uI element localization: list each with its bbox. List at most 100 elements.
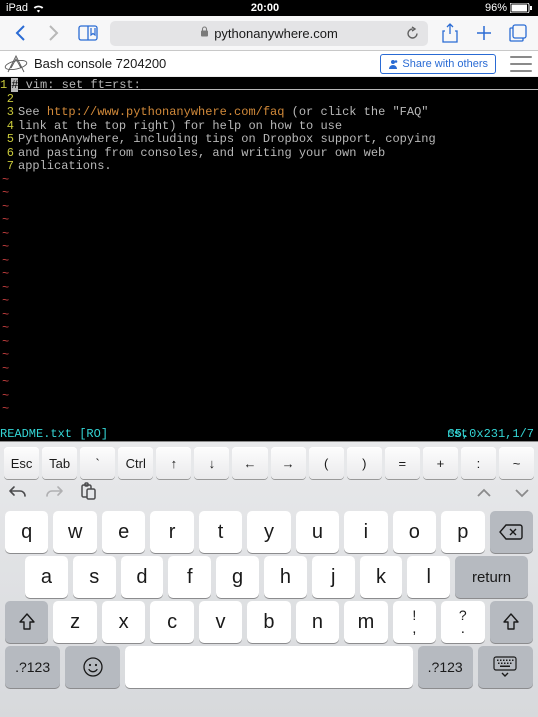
empty-line-tilde: ~ bbox=[0, 174, 538, 188]
key-sym[interactable]: ↑ bbox=[156, 447, 191, 479]
key-o[interactable]: o bbox=[393, 511, 436, 553]
lock-icon bbox=[200, 26, 209, 40]
key-v[interactable]: v bbox=[199, 601, 242, 643]
key-sym[interactable]: ` bbox=[80, 447, 115, 479]
wifi-icon bbox=[32, 3, 45, 13]
undo-icon[interactable] bbox=[8, 484, 28, 503]
empty-line-tilde: ~ bbox=[0, 282, 538, 296]
key-n[interactable]: n bbox=[296, 601, 339, 643]
key-l[interactable]: l bbox=[407, 556, 450, 598]
key-u[interactable]: u bbox=[296, 511, 339, 553]
key-x[interactable]: x bbox=[102, 601, 145, 643]
empty-line-tilde: ~ bbox=[0, 322, 538, 336]
reload-button[interactable] bbox=[405, 26, 420, 41]
return-key[interactable]: return bbox=[455, 556, 528, 598]
key-r[interactable]: r bbox=[150, 511, 193, 553]
numbers-key[interactable]: .?123 bbox=[5, 646, 60, 688]
key-sym[interactable]: ↓ bbox=[194, 447, 229, 479]
empty-line-tilde: ~ bbox=[0, 363, 538, 377]
space-key[interactable] bbox=[125, 646, 412, 688]
paste-icon[interactable] bbox=[80, 482, 96, 505]
key-y[interactable]: y bbox=[247, 511, 290, 553]
key-p[interactable]: p bbox=[441, 511, 484, 553]
empty-line-tilde: ~ bbox=[0, 268, 538, 282]
key-punct[interactable]: !, bbox=[393, 601, 436, 643]
clock: 20:00 bbox=[45, 2, 485, 14]
dismiss-keyboard-key[interactable] bbox=[478, 646, 533, 688]
key-sym[interactable]: : bbox=[461, 447, 496, 479]
app-toolbar: Bash console 7204200 Share with others bbox=[0, 51, 538, 77]
keyboard-shortcut-bar bbox=[0, 479, 538, 508]
key-sym[interactable]: ) bbox=[347, 447, 382, 479]
key-b[interactable]: b bbox=[247, 601, 290, 643]
empty-line-tilde: ~ bbox=[0, 309, 538, 323]
ios-status-bar: iPad 20:00 96% bbox=[0, 0, 538, 16]
key-m[interactable]: m bbox=[344, 601, 387, 643]
key-e[interactable]: e bbox=[102, 511, 145, 553]
redo-icon[interactable] bbox=[44, 484, 64, 503]
key-g[interactable]: g bbox=[216, 556, 259, 598]
empty-line-tilde: ~ bbox=[0, 255, 538, 269]
pythonanywhere-logo-icon bbox=[4, 54, 28, 74]
back-button[interactable] bbox=[8, 21, 32, 45]
empty-line-tilde: ~ bbox=[0, 336, 538, 350]
chevron-up-icon[interactable] bbox=[476, 485, 492, 503]
numbers-key[interactable]: .?123 bbox=[418, 646, 473, 688]
key-j[interactable]: j bbox=[312, 556, 355, 598]
share-button[interactable] bbox=[438, 21, 462, 45]
bookmarks-button[interactable] bbox=[76, 21, 100, 45]
url-text: pythonanywhere.com bbox=[214, 26, 338, 41]
chevron-down-icon[interactable] bbox=[514, 485, 530, 503]
backspace-key[interactable] bbox=[490, 511, 533, 553]
terminal-line: 1# vim: set ft=rst: bbox=[0, 79, 538, 93]
key-sym[interactable]: ~ bbox=[499, 447, 534, 479]
key-q[interactable]: q bbox=[5, 511, 48, 553]
key-sym[interactable]: + bbox=[423, 447, 458, 479]
url-bar[interactable]: pythonanywhere.com bbox=[110, 21, 428, 46]
key-k[interactable]: k bbox=[360, 556, 403, 598]
key-esc[interactable]: Esc bbox=[4, 447, 39, 479]
key-c[interactable]: c bbox=[150, 601, 193, 643]
key-s[interactable]: s bbox=[73, 556, 116, 598]
key-t[interactable]: t bbox=[199, 511, 242, 553]
new-tab-button[interactable] bbox=[472, 21, 496, 45]
shift-key[interactable] bbox=[490, 601, 533, 643]
key-h[interactable]: h bbox=[264, 556, 307, 598]
terminal-line: 4link at the top right) for help on how … bbox=[0, 120, 538, 134]
empty-line-tilde: ~ bbox=[0, 376, 538, 390]
key-sym[interactable]: ( bbox=[309, 447, 344, 479]
key-d[interactable]: d bbox=[121, 556, 164, 598]
key-tab[interactable]: Tab bbox=[42, 447, 77, 479]
key-punct[interactable]: ?. bbox=[441, 601, 484, 643]
terminal-line: 3See http://www.pythonanywhere.com/faq (… bbox=[0, 106, 538, 120]
empty-line-tilde: ~ bbox=[0, 403, 538, 417]
vim-status-line: README.txt [RO] rst 35,0x23 1,1/7 bbox=[0, 428, 538, 441]
empty-line-tilde: ~ bbox=[0, 295, 538, 309]
shift-key[interactable] bbox=[5, 601, 48, 643]
battery-icon bbox=[510, 3, 532, 13]
empty-line-tilde: ~ bbox=[0, 349, 538, 363]
safari-toolbar: pythonanywhere.com bbox=[0, 16, 538, 51]
forward-button[interactable] bbox=[42, 21, 66, 45]
keyboard: EscTab`Ctrl↑↓←→()=+:~ qwertyuiop asdfghj… bbox=[0, 441, 538, 717]
empty-line-tilde: ~ bbox=[0, 390, 538, 404]
key-sym[interactable]: ← bbox=[232, 447, 267, 479]
key-a[interactable]: a bbox=[25, 556, 68, 598]
key-f[interactable]: f bbox=[168, 556, 211, 598]
empty-line-tilde: ~ bbox=[0, 228, 538, 242]
carrier-label: iPad bbox=[6, 2, 28, 14]
share-with-others-button[interactable]: Share with others bbox=[380, 54, 496, 74]
emoji-key[interactable] bbox=[65, 646, 120, 688]
key-i[interactable]: i bbox=[344, 511, 387, 553]
key-sym[interactable]: → bbox=[271, 447, 306, 479]
menu-button[interactable] bbox=[510, 56, 532, 72]
tabs-button[interactable] bbox=[506, 21, 530, 45]
empty-line-tilde: ~ bbox=[0, 201, 538, 215]
terminal[interactable]: 1# vim: set ft=rst: 23See http://www.pyt… bbox=[0, 77, 538, 441]
empty-line-tilde: ~ bbox=[0, 214, 538, 228]
key-z[interactable]: z bbox=[53, 601, 96, 643]
key-ctrl[interactable]: Ctrl bbox=[118, 447, 153, 479]
key-sym[interactable]: = bbox=[385, 447, 420, 479]
terminal-line: 6and pasting from consoles, and writing … bbox=[0, 147, 538, 161]
key-w[interactable]: w bbox=[53, 511, 96, 553]
